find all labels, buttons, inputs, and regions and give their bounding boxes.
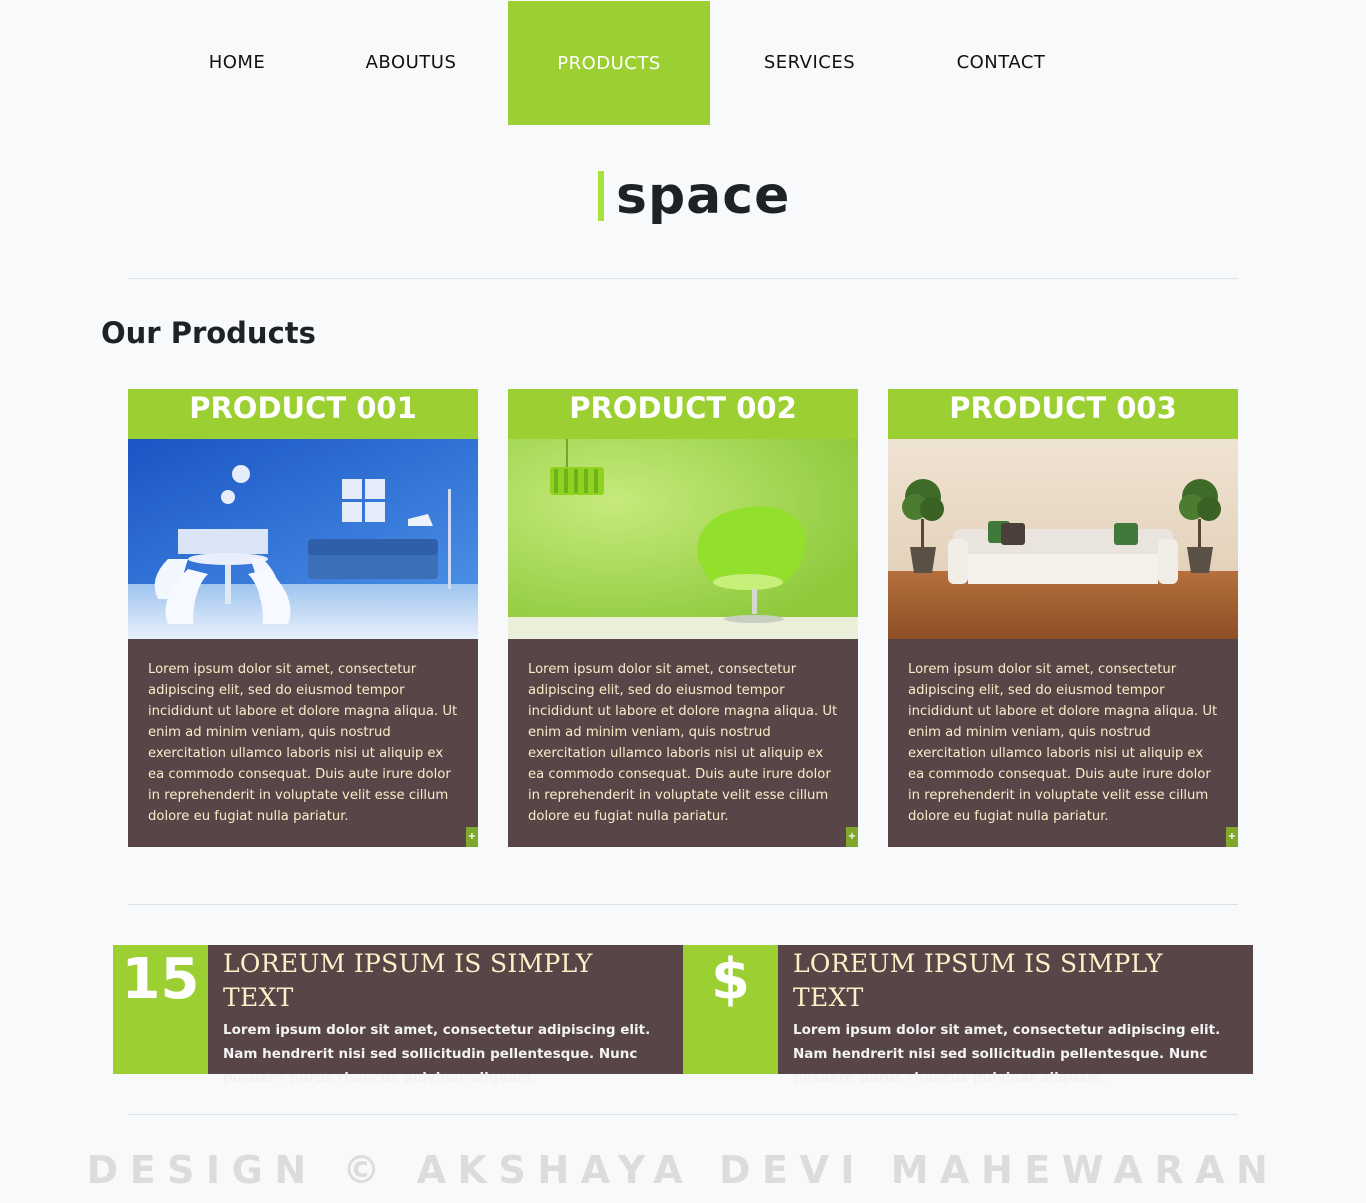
nav-item-services[interactable]: SERVICES bbox=[752, 0, 867, 125]
section-title: Our Products bbox=[101, 316, 316, 350]
product-description: Lorem ipsum dolor sit amet, consectetur … bbox=[908, 662, 1218, 824]
feature-title: LOREUM IPSUM IS SIMPLY TEXT bbox=[793, 949, 1163, 1012]
product-title: PRODUCT 001 bbox=[128, 389, 478, 439]
nav-item-products[interactable]: PRODUCTS bbox=[508, 1, 710, 125]
product-card: PRODUCT 003 Lorem ipsum dolor sit amet, … bbox=[888, 389, 1238, 847]
divider bbox=[128, 278, 1238, 279]
site-logo[interactable]: space bbox=[598, 163, 790, 229]
feature-content: LOREUM IPSUM IS SIMPLY TEXT Lorem ipsum … bbox=[208, 945, 683, 1086]
product-description-box: Lorem ipsum dolor sit amet, consectetur … bbox=[888, 639, 1238, 847]
product-description-box: Lorem ipsum dolor sit amet, consectetur … bbox=[508, 639, 858, 847]
nav-item-contact[interactable]: CONTACT bbox=[945, 0, 1057, 125]
product-description: Lorem ipsum dolor sit amet, consectetur … bbox=[148, 662, 458, 824]
divider bbox=[128, 1114, 1238, 1115]
sofa-room-image bbox=[888, 439, 1238, 639]
logo-text: space bbox=[616, 166, 791, 226]
product-card: PRODUCT 001 Lorem ipsum dolor sit amet, … bbox=[128, 389, 478, 847]
dollar-icon: $ bbox=[683, 945, 778, 1074]
feature-content: LOREUM IPSUM IS SIMPLY TEXT Lorem ipsum … bbox=[778, 945, 1253, 1086]
top-nav: HOME ABOUTUS PRODUCTS SERVICES CONTACT bbox=[0, 0, 1366, 125]
green-chair-room-image bbox=[508, 439, 858, 639]
product-title: PRODUCT 003 bbox=[888, 389, 1238, 439]
footer-credit: DESIGN © AKSHAYA DEVI MAHEWARAN bbox=[86, 1148, 1280, 1192]
expand-plus-button[interactable]: + bbox=[466, 827, 478, 847]
feature-number-badge: 15 bbox=[113, 945, 208, 1074]
expand-plus-button[interactable]: + bbox=[846, 827, 858, 847]
feature-box: 15 LOREUM IPSUM IS SIMPLY TEXT Lorem ips… bbox=[113, 945, 683, 1086]
feature-box: $ LOREUM IPSUM IS SIMPLY TEXT Lorem ipsu… bbox=[683, 945, 1253, 1086]
feature-title: LOREUM IPSUM IS SIMPLY TEXT bbox=[223, 949, 593, 1012]
expand-plus-button[interactable]: + bbox=[1226, 827, 1238, 847]
blue-living-room-image bbox=[128, 439, 478, 639]
feature-text: Lorem ipsum dolor sit amet, consectetur … bbox=[223, 1022, 651, 1086]
logo-accent-bar bbox=[598, 171, 604, 221]
product-description: Lorem ipsum dolor sit amet, consectetur … bbox=[528, 662, 838, 824]
product-title: PRODUCT 002 bbox=[508, 389, 858, 439]
feature-text: Lorem ipsum dolor sit amet, consectetur … bbox=[793, 1022, 1221, 1086]
divider bbox=[128, 904, 1238, 905]
product-card: PRODUCT 002 Lorem ipsum dolor sit amet, … bbox=[508, 389, 858, 847]
nav-item-home[interactable]: HOME bbox=[187, 0, 287, 125]
nav-item-aboutus[interactable]: ABOUTUS bbox=[355, 0, 467, 125]
product-description-box: Lorem ipsum dolor sit amet, consectetur … bbox=[128, 639, 478, 847]
